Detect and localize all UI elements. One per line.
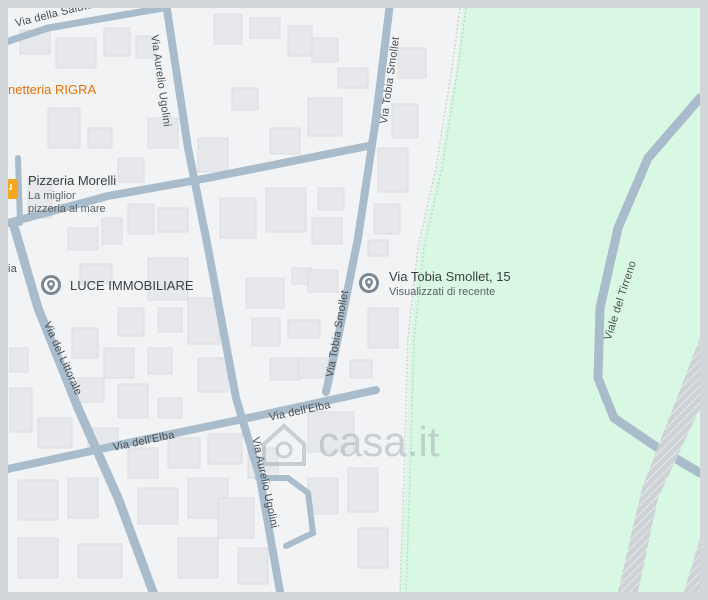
road-left-vertical [15,155,23,226]
poi-label-rigra[interactable]: netteria RIGRA [8,82,96,97]
watermark-text: casa.it [318,418,440,465]
map-graphics [8,8,700,592]
poi-label-luce-immobiliare: LUCE IMMOBILIARE [70,278,194,293]
poi-subtitle-line2: pizzeria al mare [28,203,106,215]
street-label-left-edge: ia [8,263,17,275]
restaurant-icon [8,179,18,199]
map-canvas[interactable]: Via della Salute Via Aurelio Ugolini Via… [8,8,700,592]
poi-label-selected-address: Via Tobia Smollet, 15 [389,269,511,284]
location-pin-icon [358,272,380,294]
poi-label-pizzeria-morelli: Pizzeria Morelli [28,173,117,188]
poi-subtitle-line1: La miglior [28,190,76,202]
poi-subtitle-selected: Visualizzati di recente [389,286,496,298]
house-logo-icon [258,418,310,470]
location-pin-icon [40,274,62,296]
map-frame: Via della Salute Via Aurelio Ugolini Via… [0,0,708,600]
